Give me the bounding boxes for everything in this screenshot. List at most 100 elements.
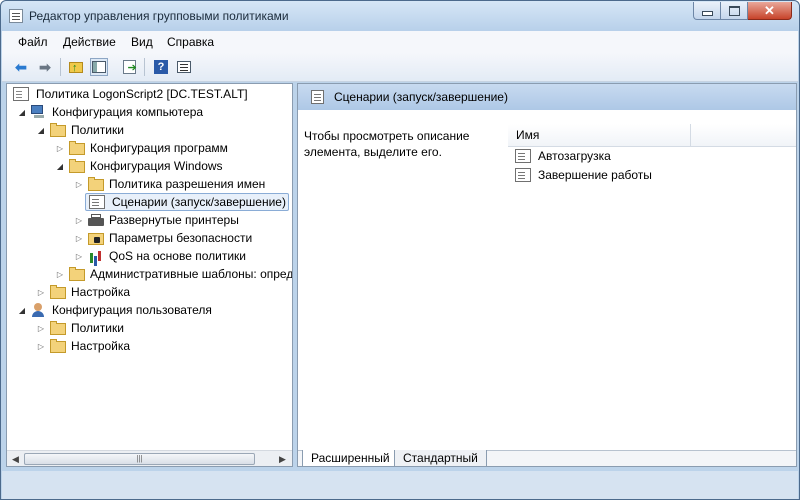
details-header-title: Сценарии (запуск/завершение) [334, 90, 508, 104]
expand-collapse-icon[interactable]: ▷ [74, 215, 84, 225]
list-item[interactable]: Завершение работы [514, 166, 652, 184]
toolbar-separator [60, 58, 61, 76]
scripts-icon [89, 195, 105, 209]
tree-node-user-policies[interactable]: ▷ Политики [36, 319, 124, 337]
view-tabs: Расширенный Стандартный [298, 450, 796, 466]
tree-node-computer-preferences[interactable]: ▷ Настройка [36, 283, 130, 301]
show-hide-tree-icon [92, 61, 106, 73]
scroll-thumb[interactable]: ||| [24, 453, 255, 465]
tree-node-label: Административные шаблоны: опред [90, 267, 293, 281]
tree-node-root[interactable]: Политика LogonScript2 [DC.TEST.ALT] [11, 85, 248, 103]
scroll-right-icon[interactable]: ▶ [279, 454, 286, 465]
expand-collapse-icon[interactable]: ◢ [17, 107, 27, 117]
properties-icon [177, 61, 191, 73]
show-hide-tree-button[interactable] [90, 58, 108, 76]
back-arrow-icon[interactable]: ⬅ [12, 58, 30, 76]
expand-collapse-icon[interactable]: ▷ [36, 287, 46, 297]
menu-help[interactable]: Справка [167, 35, 214, 49]
scripts-icon [515, 149, 531, 163]
details-header: Сценарии (запуск/завершение) [298, 84, 796, 110]
expand-collapse-icon[interactable]: ◢ [17, 305, 27, 315]
export-list-icon [122, 59, 137, 77]
folder-icon [50, 338, 66, 353]
tree-node-label: Настройка [71, 339, 131, 353]
export-list-button[interactable] [120, 58, 138, 77]
toolbar: ⬅ ➡ ? [2, 53, 798, 82]
expand-collapse-icon[interactable]: ▷ [74, 179, 84, 189]
help-button[interactable]: ? [152, 58, 170, 76]
security-folder-icon [88, 232, 104, 245]
gpo-editor-app-icon [9, 9, 23, 23]
printer-icon [88, 214, 104, 226]
column-header-name[interactable]: Имя [516, 128, 539, 142]
tree-node-label: Сценарии (запуск/завершение) [112, 195, 286, 209]
item-description: Чтобы просмотреть описание элемента, выд… [304, 129, 470, 159]
tree-node-deployed-printers[interactable]: ▷ Развернутые принтеры [74, 211, 239, 229]
tree-node-policies[interactable]: ◢ Политики [36, 121, 124, 139]
expand-collapse-icon[interactable]: ▷ [36, 323, 46, 333]
tree-node-name-resolution-policy[interactable]: ▷ Политика разрешения имен [74, 175, 265, 193]
scroll-left-icon[interactable]: ◀ [12, 454, 19, 465]
menu-file[interactable]: Файл [18, 35, 48, 49]
expand-collapse-icon[interactable]: ▷ [36, 341, 46, 351]
horizontal-scrollbar[interactable]: ◀ ||| ▶ [7, 450, 292, 466]
help-icon: ? [154, 60, 168, 74]
details-pane: Сценарии (запуск/завершение) Чтобы просм… [297, 83, 797, 467]
console-tree-pane[interactable]: Политика LogonScript2 [DC.TEST.ALT] ◢ Ко… [6, 83, 293, 467]
expand-collapse-icon[interactable]: ◢ [55, 161, 65, 171]
tree-node-label: Конфигурация программ [90, 141, 228, 155]
menu-bar: Файл Действие Вид Справка [2, 31, 798, 53]
policy-document-icon [13, 87, 29, 101]
tree-node-user-config[interactable]: ◢ Конфигурация пользователя [17, 301, 212, 319]
tree-node-label: Развернутые принтеры [109, 213, 239, 227]
tree-node-label: Политика LogonScript2 [DC.TEST.ALT] [36, 87, 248, 101]
tree-node-user-preferences[interactable]: ▷ Настройка [36, 337, 130, 355]
folder-icon [50, 320, 66, 335]
folder-up-icon [69, 59, 83, 77]
menu-action[interactable]: Действие [63, 35, 116, 49]
tree-node-label: Настройка [71, 285, 131, 299]
tab-extended[interactable]: Расширенный [302, 450, 399, 466]
expand-collapse-icon[interactable]: ▷ [55, 269, 65, 279]
tree-node-label: Политика разрешения имен [109, 177, 266, 191]
minimize-button[interactable] [693, 2, 721, 20]
menu-view[interactable]: Вид [131, 35, 153, 49]
tree-node-label: Политики [71, 321, 124, 335]
folder-icon [69, 158, 85, 173]
scripts-icon [515, 168, 531, 182]
tree-node-computer-config[interactable]: ◢ Конфигурация компьютера [17, 103, 203, 121]
window-title: Редактор управления групповыми политикам… [29, 9, 289, 23]
list-column-header[interactable]: Имя [508, 124, 796, 147]
forward-arrow-icon[interactable]: ➡ [36, 58, 54, 76]
properties-button[interactable] [175, 58, 193, 76]
tree-node-qos-policy[interactable]: ▷ QoS на основе политики [74, 247, 246, 265]
tree-node-label: QoS на основе политики [109, 249, 246, 263]
app-window: Редактор управления групповыми политикам… [0, 0, 800, 500]
tree-node-label: Конфигурация Windows [90, 159, 223, 173]
tree-node-software-settings[interactable]: ▷ Конфигурация программ [55, 139, 228, 157]
tab-standard[interactable]: Стандартный [394, 450, 487, 466]
expand-collapse-icon[interactable]: ▷ [74, 233, 84, 243]
tree-node-scripts[interactable]: Сценарии (запуск/завершение) [85, 193, 289, 211]
status-bar [2, 471, 798, 499]
tree-node-security-settings[interactable]: ▷ Параметры безопасности [74, 229, 252, 247]
close-button[interactable]: ✕ [748, 2, 792, 20]
list-item-label: Автозагрузка [538, 149, 611, 163]
maximize-button[interactable] [721, 2, 748, 20]
tree-node-label: Политики [71, 123, 124, 137]
column-divider[interactable] [690, 124, 691, 146]
expand-collapse-icon[interactable]: ▷ [74, 251, 84, 261]
tree-node-label: Конфигурация компьютера [52, 105, 204, 119]
folder-icon [50, 284, 66, 299]
bar-chart-icon [88, 249, 104, 263]
tree-node-label: Параметры безопасности [109, 231, 253, 245]
toolbar-separator [144, 58, 145, 76]
tree-node-admin-templates[interactable]: ▷ Административные шаблоны: опред [55, 265, 293, 283]
tree-node-windows-settings[interactable]: ◢ Конфигурация Windows [55, 157, 223, 175]
folder-up-button[interactable] [67, 58, 85, 77]
list-item[interactable]: Автозагрузка [514, 147, 611, 165]
expand-collapse-icon[interactable]: ▷ [55, 143, 65, 153]
list-item-label: Завершение работы [538, 168, 652, 182]
title-bar[interactable]: Редактор управления групповыми политикам… [1, 1, 799, 31]
expand-collapse-icon[interactable]: ◢ [36, 125, 46, 135]
